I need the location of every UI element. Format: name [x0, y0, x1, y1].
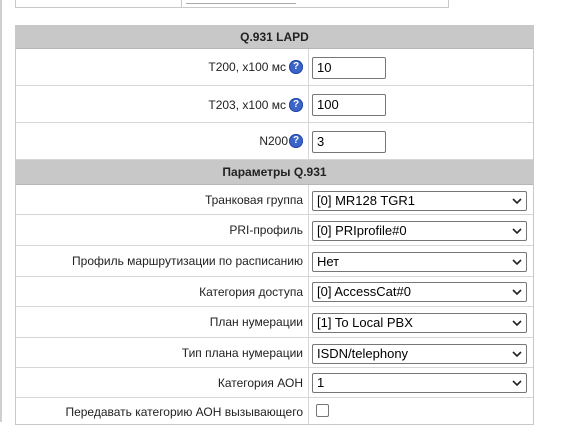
row-t203: T203, x100 мс ? 100	[16, 86, 533, 123]
access-category-select[interactable]: [0] AccessCat#0	[312, 282, 527, 302]
access-category-label: Категория доступа	[199, 285, 303, 299]
chevron-down-icon	[512, 289, 522, 296]
row-n200: N200 ? 3	[16, 123, 533, 160]
numbering-plan-label: План нумерации	[209, 315, 303, 329]
numbering-plan-select[interactable]: [1] To Local PBX	[312, 313, 527, 333]
section-header-q931-lapd: Q.931 LAPD	[16, 26, 533, 49]
row-aon-category: Категория АОН 1	[16, 368, 533, 398]
left-edge	[0, 0, 2, 422]
schedule-routing-profile-select[interactable]: Нет	[312, 252, 527, 272]
chevron-down-icon	[512, 198, 522, 205]
aon-category-select[interactable]: 1	[312, 373, 527, 393]
chevron-down-icon	[512, 228, 522, 235]
n200-input[interactable]: 3	[312, 131, 386, 153]
row-trunk-group: Транковая группа [0] MR128 TGR1	[16, 185, 533, 215]
chevron-down-icon	[512, 320, 522, 327]
t203-input[interactable]: 100	[312, 94, 386, 116]
row-numbering-plan: План нумерации [1] To Local PBX	[16, 307, 533, 338]
row-access-category: Категория доступа [0] AccessCat#0	[16, 277, 533, 307]
row-schedule-routing-profile: Профиль маршрутизации по расписанию Нет	[16, 246, 533, 277]
help-icon[interactable]: ?	[289, 134, 303, 148]
row-pri-profile: PRI-профиль [0] PRIprofile#0	[16, 215, 533, 246]
transmit-aon-category-label: Передавать категорию АОН вызывающего	[65, 405, 303, 419]
chevron-down-icon	[512, 259, 522, 266]
section-header-q931-params: Параметры Q.931	[16, 160, 533, 185]
transmit-aon-category-checkbox[interactable]	[316, 404, 329, 417]
t200-label: T200, x100 мс ?	[208, 60, 303, 74]
trunk-group-label: Транковая группа	[204, 193, 303, 207]
n200-label: N200 ?	[259, 134, 303, 148]
pri-profile-label: PRI-профиль	[229, 223, 303, 237]
trunk-group-select[interactable]: [0] MR128 TGR1	[312, 191, 527, 211]
chevron-down-icon	[512, 351, 522, 358]
chevron-down-icon	[512, 380, 522, 387]
aon-category-label: Категория АОН	[217, 376, 303, 390]
row-t200: T200, x100 мс ? 10	[16, 49, 533, 86]
schedule-routing-profile-label: Профиль маршрутизации по расписанию	[72, 254, 303, 268]
help-icon[interactable]: ?	[289, 98, 303, 112]
help-icon[interactable]: ?	[289, 60, 303, 74]
pri-profile-select[interactable]: [0] PRIprofile#0	[312, 221, 527, 241]
numbering-plan-type-select[interactable]: ISDN/telephony	[312, 344, 527, 364]
t200-input[interactable]: 10	[312, 57, 386, 79]
row-numbering-plan-type: Тип плана нумерации ISDN/telephony	[16, 338, 533, 368]
t203-label: T203, x100 мс ?	[208, 98, 303, 112]
settings-panel: Q.931 LAPD T200, x100 мс ? 10 T203, x100…	[15, 25, 534, 425]
previous-row-input[interactable]	[186, 0, 296, 4]
previous-row-fragment	[15, 0, 449, 8]
numbering-plan-type-label: Тип плана нумерации	[181, 346, 303, 360]
